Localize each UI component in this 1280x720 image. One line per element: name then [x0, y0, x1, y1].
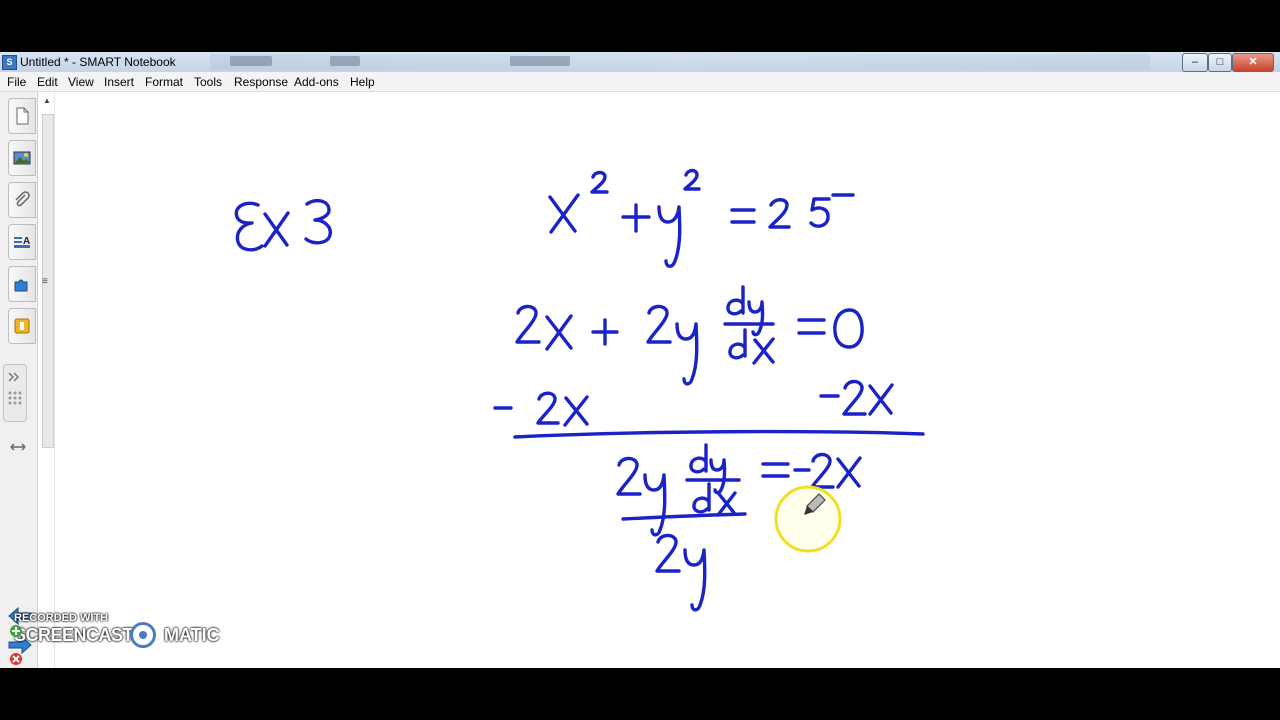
page-sorter-icon	[16, 107, 29, 125]
menu-insert[interactable]: Insert	[104, 75, 134, 89]
smart-notebook-icon: S	[2, 55, 17, 70]
gallery-tab[interactable]	[8, 140, 36, 176]
delete-page-icon[interactable]	[9, 652, 23, 666]
menu-help[interactable]: Help	[350, 75, 375, 89]
handwriting-layer	[234, 168, 925, 612]
attachments-tab[interactable]	[8, 182, 36, 218]
maximize-button[interactable]: □	[1208, 53, 1232, 72]
whiteboard-canvas[interactable]	[55, 92, 1280, 668]
scroll-up-arrow-icon[interactable]: ▲	[43, 96, 51, 105]
handwriting-line2	[515, 285, 864, 386]
app-window: S Untitled * - SMART Notebook – □ ✕ File…	[0, 52, 1280, 668]
properties-icon: A	[14, 236, 30, 248]
blurred-taskbar-preview	[210, 54, 1150, 70]
add-ons-icon	[14, 279, 28, 292]
response-icon	[14, 318, 30, 334]
handwriting-fraction-bar-1	[513, 429, 925, 439]
handwriting-line5	[655, 533, 707, 612]
move-sidebar-icon[interactable]	[10, 442, 26, 452]
watermark-top-text: RECORDED WITH	[14, 612, 109, 624]
menu-edit[interactable]: Edit	[37, 75, 58, 89]
page-sorter-tab[interactable]	[8, 98, 36, 134]
handwriting-ex3-label	[234, 198, 332, 252]
menu-bar: File Edit View Insert Format Tools Respo…	[0, 72, 1280, 92]
menu-format[interactable]: Format	[145, 75, 183, 89]
add-ons-tab[interactable]	[8, 266, 36, 302]
add-page-icon[interactable]	[9, 624, 23, 638]
screencast-logo-icon	[130, 622, 156, 648]
watermark-left-text: SCREENCAST	[14, 625, 134, 645]
menu-file[interactable]: File	[7, 75, 26, 89]
gallery-icon	[13, 151, 31, 165]
properties-tab[interactable]: A	[8, 224, 36, 260]
response-tab[interactable]	[8, 308, 36, 344]
menu-add-ons[interactable]: Add-ons	[294, 75, 339, 89]
collapse-chevrons-icon	[8, 372, 22, 405]
title-bar: S Untitled * - SMART Notebook – □ ✕	[0, 52, 1280, 73]
svg-text:A: A	[23, 236, 30, 247]
side-tabs: A	[0, 92, 38, 668]
minimize-button[interactable]: –	[1182, 53, 1208, 72]
pen-cursor-highlight	[774, 485, 842, 553]
menu-view[interactable]: View	[68, 75, 94, 89]
attachments-icon	[15, 191, 30, 207]
close-button[interactable]: ✕	[1232, 53, 1274, 72]
collapse-sidebar-handle[interactable]	[3, 364, 27, 422]
handwriting-line3	[493, 379, 894, 427]
menu-tools[interactable]: Tools	[194, 75, 222, 89]
watermark-right-text: MATIC	[164, 625, 220, 645]
handwriting-fraction-bar-2	[621, 512, 747, 521]
handwriting-line1	[548, 168, 855, 268]
menu-response[interactable]: Response	[234, 75, 288, 89]
splitter-grip-icon[interactable]: ≡	[42, 276, 48, 287]
window-title: Untitled * - SMART Notebook	[20, 55, 176, 69]
